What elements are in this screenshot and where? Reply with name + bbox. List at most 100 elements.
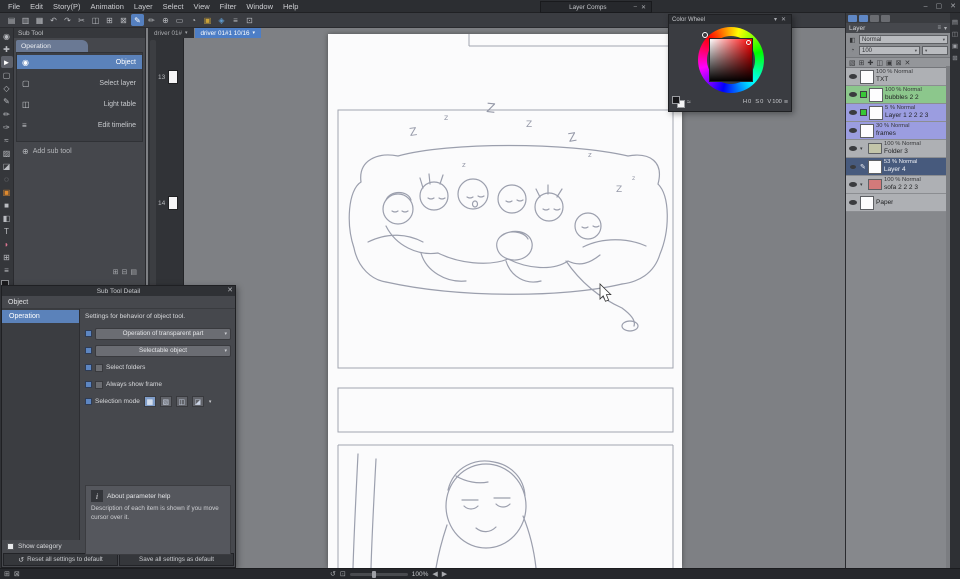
delete-subtool-icon[interactable]: ⊟ [122,268,128,276]
workspace-icon[interactable]: ⊡ [243,14,256,26]
close-icon[interactable]: ✕ [227,286,233,296]
eye-icon[interactable] [849,182,857,187]
doc-tab-page[interactable]: driver 01#1 10/16 ▾ [194,28,262,38]
close-icon[interactable]: ✕ [779,16,788,23]
page-thumbnail[interactable] [168,196,179,210]
operation-tool[interactable]: ► [0,56,13,68]
param-indicator-icon[interactable] [85,347,92,354]
selection-mode-partial-icon[interactable]: ◪ [191,396,204,407]
canvas-page[interactable]: Z z Z Z Z z z Z z [328,34,682,568]
animation-tab-icon[interactable] [881,14,890,22]
add-subtool-row[interactable]: ⊕ Add sub tool [14,142,145,156]
param-indicator-icon[interactable] [85,364,92,371]
hue-marker[interactable] [702,32,708,38]
subtool-item-edit-timeline[interactable]: ≡ Edit timeline [17,118,142,132]
param-indicator-icon[interactable] [85,381,92,388]
grid-icon[interactable]: ▣ [201,14,214,26]
menu-item[interactable]: Story(P) [48,0,86,13]
selectable-object-dropdown[interactable]: Selectable object ▾ [95,344,231,357]
blend-tool[interactable]: ◌ [1,173,13,185]
rotate-reset-icon[interactable]: ↺ [330,570,336,578]
layer-color-swatch[interactable] [860,109,867,116]
param-indicator-icon[interactable] [85,398,92,405]
selection-mode-add-icon[interactable]: ▧ [159,396,172,407]
close-icon[interactable]: ✕ [639,4,648,11]
visibility-cell[interactable] [848,92,858,97]
rotate-view-icon[interactable]: ◔ [187,14,200,26]
transfer-layer-icon[interactable]: ◫ [876,59,883,67]
subtool-item-select-layer[interactable]: ▢ Select layer [17,76,142,90]
eye-icon[interactable] [849,128,857,133]
material-palette-icon[interactable]: ◈ [215,14,228,26]
text-tool[interactable]: T [1,225,13,237]
gradient-tool[interactable]: ■ [1,199,13,211]
copy-icon[interactable]: ◫ [89,14,102,26]
menu-item[interactable]: Help [278,0,303,13]
layer-thumbnail[interactable] [869,87,883,102]
view-fit-icon[interactable]: ▭ [173,14,186,26]
visibility-cell[interactable] [848,164,858,169]
doc-tab-story[interactable]: driver 01# ▾ [148,28,194,38]
airbrush-tool[interactable]: ≈ [1,134,13,146]
sv-marker[interactable] [746,40,751,45]
visibility-cell[interactable] [848,128,858,133]
visibility-cell[interactable] [848,110,858,115]
decoration-tool[interactable]: ▨ [1,147,13,159]
visibility-cell[interactable] [848,200,858,205]
command-bar-settings-icon[interactable]: ≡ [229,14,242,26]
layer-row-paper[interactable]: ✎ Paper [846,194,950,212]
color-wheel-title-bar[interactable]: Color Wheel ▾ ✕ [669,15,791,24]
selection-info-icon[interactable]: ⊠ [14,570,20,578]
layer-row-frames[interactable]: ✎ 30 % Normal frames [846,122,950,140]
brush-tool[interactable]: ✑ [1,121,13,133]
snap-special-ruler-icon[interactable]: ⊕ [159,14,172,26]
eye-icon[interactable] [849,110,857,115]
panel-menu-icon[interactable]: ≡ [937,25,941,31]
open-file-icon[interactable]: ▥ [19,14,32,26]
page-row[interactable]: 13 [158,70,179,84]
eye-icon[interactable] [850,164,856,169]
visibility-cell[interactable] [848,74,858,79]
layer-row-sofa[interactable]: ✎ ▾ 100 % Normal sofa 2 2 2 3 [846,176,950,194]
new-folder-icon[interactable]: ⊞ [859,59,865,67]
subtool-menu-icon[interactable]: ▤ [130,268,137,276]
menu-item[interactable]: Edit [25,0,48,13]
layer-color-swatch[interactable] [860,91,867,98]
lasso-tool[interactable]: ◇ [1,82,13,94]
select-folders-checkbox[interactable] [95,363,103,372]
search-layer-tab-icon[interactable] [870,14,879,22]
layer-mask-icon[interactable]: ▣ [886,59,893,67]
redo-icon[interactable]: ↷ [61,14,74,26]
delete-layer-icon[interactable]: ✕ [905,59,911,67]
snap-to-grid-icon[interactable]: ✏ [145,14,158,26]
layer-row-folder3[interactable]: ✎ ▾ 100 % Normal Folder 3 [846,140,950,158]
history-tab-icon[interactable]: ▣ [952,42,958,50]
param-indicator-icon[interactable] [85,330,92,337]
information-tab-icon[interactable]: ⊞ [952,54,957,62]
menu-item[interactable]: Window [241,0,278,13]
minimize-icon[interactable]: – [632,4,639,10]
layer-thumbnail[interactable] [868,143,882,154]
dialog-title-bar[interactable]: Sub Tool Detail ✕ [2,286,235,296]
color-swatches[interactable] [672,96,685,108]
menu-item[interactable]: Animation [86,0,129,13]
eye-icon[interactable] [849,200,857,205]
layer-row-layer4[interactable]: ✎ 53 % Normal Layer 4 [846,158,950,176]
previous-page-icon[interactable]: ◀ [432,570,437,578]
layer-tab-icon[interactable] [848,14,857,22]
new-layer-icon[interactable]: ▧ [849,59,856,67]
folder-expand-icon[interactable]: ▾ [860,182,866,188]
collapse-icon[interactable]: ▾ [944,25,947,32]
subtool-group-tab[interactable]: Operation [16,40,88,52]
subtool-item-object[interactable]: ◉ Object [17,55,142,69]
selection-tool[interactable]: ▢ [1,69,13,81]
eye-icon[interactable] [849,74,857,79]
cut-icon[interactable]: ✂ [75,14,88,26]
always-show-frame-checkbox[interactable] [95,380,103,389]
selection-mode-remove-icon[interactable]: ◫ [175,396,188,407]
show-category-checkbox[interactable] [7,543,14,550]
layer-thumbnail[interactable] [860,195,874,210]
layer-row-bubbles[interactable]: ✎ 100 % Normal bubbles 2 2 [846,86,950,104]
subtool-panel-header[interactable]: Sub Tool [14,28,145,38]
eye-icon[interactable] [849,146,857,151]
